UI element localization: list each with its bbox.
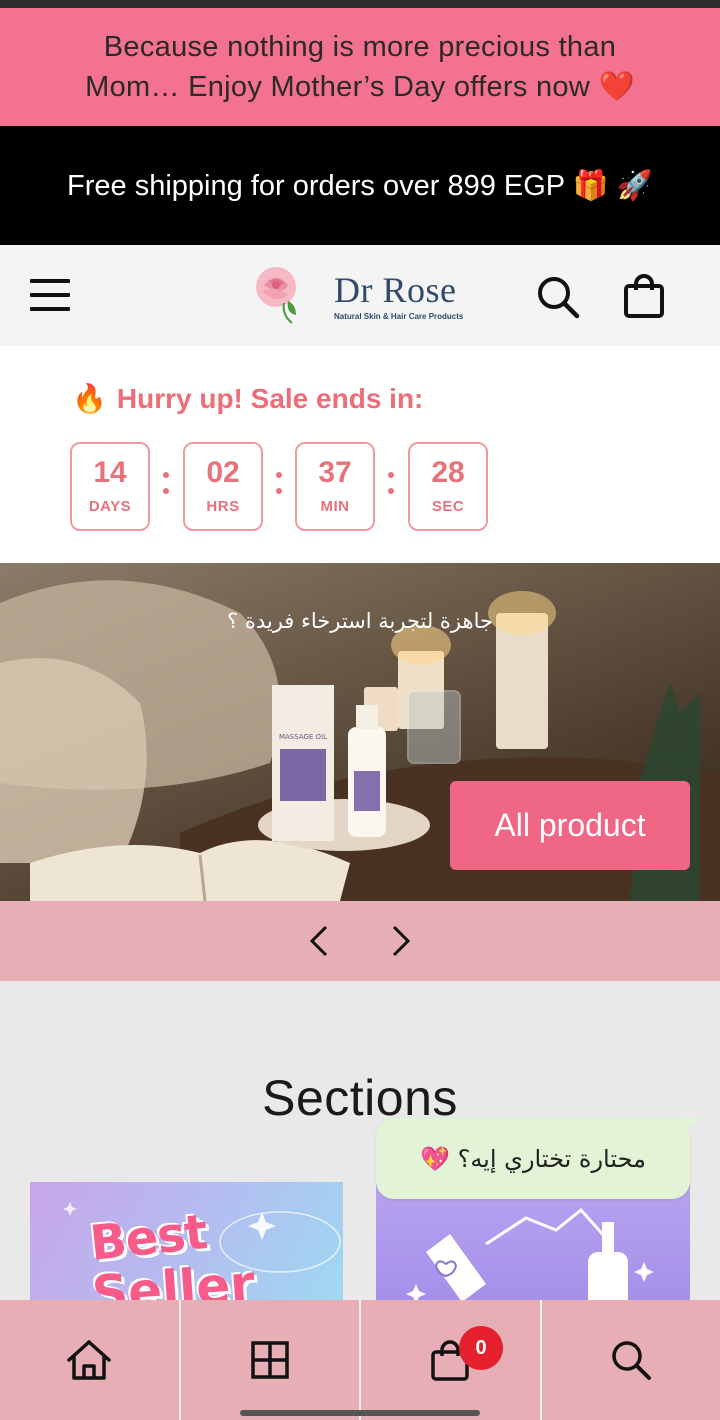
hero-caption: جاهزة لتجربة استرخاء فريدة ؟ bbox=[227, 609, 493, 633]
countdown-days: 14 DAYS bbox=[70, 442, 150, 531]
hours-value: 02 bbox=[206, 456, 240, 489]
countdown-hours: 02 HRS bbox=[183, 442, 263, 531]
announcement-bar-shipping: Free shipping for orders over 899 EGP 🎁 … bbox=[0, 126, 720, 245]
rose-logo bbox=[256, 267, 296, 324]
all-products-button[interactable]: All product bbox=[450, 781, 690, 870]
fire-icon: 🔥 bbox=[72, 383, 107, 414]
days-value: 14 bbox=[93, 456, 127, 489]
skincare-illustration bbox=[406, 1207, 654, 1302]
grid-icon bbox=[251, 1341, 289, 1379]
countdown-label: Hurry up! Sale ends in: bbox=[116, 382, 424, 414]
countdown-minutes: 37 MIN bbox=[295, 442, 375, 531]
slider-navigation bbox=[0, 901, 720, 981]
seconds-unit: SEC bbox=[431, 498, 465, 515]
cart-count-badge: 0 bbox=[459, 1326, 503, 1370]
brand-tagline: Natural Skin & Hair Care Products bbox=[334, 311, 464, 321]
nav-cart[interactable]: 0 bbox=[361, 1300, 542, 1420]
home-icon bbox=[67, 1340, 111, 1380]
product-box-label: MASSAGE OIL bbox=[279, 733, 327, 741]
countdown-separator bbox=[387, 472, 395, 500]
brand-name: Dr Rose bbox=[334, 269, 457, 310]
site-header: Dr Rose Natural Skin & Hair Care Product… bbox=[0, 245, 720, 346]
shipping-text: Free shipping for orders over 899 EGP 🎁 … bbox=[67, 169, 653, 202]
bag-icon[interactable] bbox=[622, 273, 666, 319]
seconds-value: 28 bbox=[431, 456, 465, 489]
section-card-skincare[interactable] bbox=[376, 1182, 690, 1302]
countdown-separator bbox=[162, 472, 170, 500]
chat-prompt-bubble[interactable]: محتارة تختاري إيه؟ 💖 bbox=[376, 1118, 690, 1199]
menu-icon[interactable] bbox=[30, 279, 70, 311]
chat-bubble-tail bbox=[672, 1118, 702, 1134]
minutes-value: 37 bbox=[318, 456, 352, 489]
chat-prompt-text: محتارة تختاري إيه؟ 💖 bbox=[420, 1144, 646, 1173]
section-card-best-seller[interactable]: Best Seller bbox=[30, 1182, 343, 1302]
nav-collections[interactable] bbox=[181, 1300, 361, 1420]
heart-icon: ❤️ bbox=[598, 71, 635, 103]
nav-search[interactable] bbox=[542, 1300, 720, 1420]
chevron-right-icon[interactable] bbox=[380, 921, 420, 961]
countdown-seconds: 28 SEC bbox=[408, 442, 488, 531]
chevron-left-icon[interactable] bbox=[300, 921, 340, 961]
search-icon bbox=[612, 1341, 651, 1380]
home-indicator bbox=[240, 1410, 480, 1416]
search-icon[interactable] bbox=[536, 275, 580, 319]
sale-countdown: 🔥 Hurry up! Sale ends in: 14 DAYS 02 HRS… bbox=[0, 346, 720, 563]
hero-banner[interactable]: MASSAGE OIL جاهزة لتجربة استرخاء فريدة ؟… bbox=[0, 563, 720, 901]
countdown-separator bbox=[275, 472, 283, 500]
bottom-navigation: 0 bbox=[0, 1300, 720, 1420]
status-bar bbox=[0, 0, 720, 8]
hours-unit: HRS bbox=[206, 498, 240, 515]
days-unit: DAYS bbox=[88, 498, 132, 515]
nav-home[interactable] bbox=[0, 1300, 181, 1420]
announcement-bar-mothers-day: Because nothing is more precious than Mo… bbox=[0, 8, 720, 126]
countdown-heading: 🔥 Hurry up! Sale ends in: bbox=[72, 382, 423, 415]
minutes-unit: MIN bbox=[320, 498, 350, 515]
brand-logo[interactable]: Dr Rose Natural Skin & Hair Care Product… bbox=[248, 263, 478, 329]
announcement-text: Because nothing is more precious than Mo… bbox=[85, 31, 617, 103]
